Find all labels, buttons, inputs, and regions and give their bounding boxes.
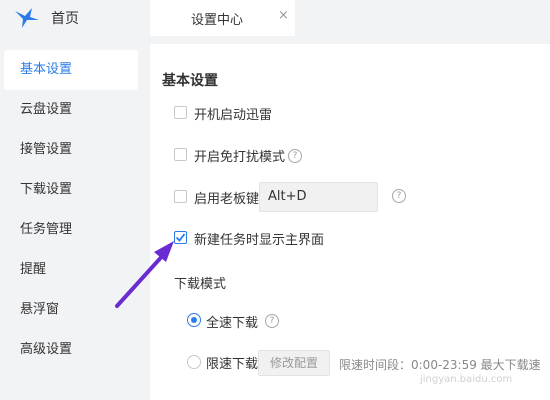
full-speed-label: 全速下载 <box>206 316 259 331</box>
limit-speed-label: 限速下载 <box>206 357 259 372</box>
startup-checkbox[interactable] <box>174 106 187 119</box>
limit-speed-radio[interactable] <box>187 355 201 369</box>
show-main-window-label: 新建任务时显示主界面 <box>194 233 325 248</box>
sidebar-item-takeover-settings[interactable]: 接管设置 <box>4 130 138 170</box>
limit-period-text: 限速时间段：0:00-23:59 最大下载速 <box>339 358 541 372</box>
tab-label: 设置中心 <box>191 13 244 28</box>
sidebar-item-cloud-settings[interactable]: 云盘设置 <box>4 90 138 130</box>
full-speed-radio[interactable] <box>187 313 201 327</box>
section-title: 基本设置 <box>162 73 218 89</box>
title-bar: 首页 设置中心 × <box>0 0 550 36</box>
settings-content-panel: 基本设置 开机启动迅雷 开启免打扰模式 ? 启用老板键 Alt+D ? 新建任务… <box>150 44 550 400</box>
boss-key-hotkey-field[interactable]: Alt+D <box>259 182 378 212</box>
download-mode-title: 下载模式 <box>174 277 227 292</box>
checkmark-icon <box>175 233 186 242</box>
settings-sidebar: 基本设置 云盘设置 接管设置 下载设置 任务管理 提醒 悬浮窗 高级设置 <box>0 44 150 400</box>
watermark: jingyan.baidu.com <box>420 374 513 385</box>
sidebar-item-download-settings[interactable]: 下载设置 <box>4 170 138 210</box>
boss-key-checkbox[interactable] <box>174 190 187 203</box>
startup-label: 开机启动迅雷 <box>194 108 273 123</box>
sidebar-item-advanced-settings[interactable]: 高级设置 <box>4 330 138 370</box>
home-label: 首页 <box>51 11 79 27</box>
show-main-window-checkbox[interactable] <box>174 231 187 244</box>
help-icon[interactable]: ? <box>265 314 279 328</box>
sidebar-item-floating-window[interactable]: 悬浮窗 <box>4 290 138 330</box>
home-tab[interactable]: 首页 <box>0 0 150 36</box>
modify-config-button[interactable]: 修改配置 <box>258 350 330 376</box>
boss-key-label: 启用老板键 <box>194 192 260 207</box>
close-icon[interactable]: × <box>278 8 289 23</box>
thunder-bird-logo-icon <box>15 8 39 28</box>
sidebar-item-basic-settings[interactable]: 基本设置 <box>4 50 138 90</box>
tab-settings-center[interactable]: 设置中心 × <box>150 0 295 36</box>
sidebar-item-reminders[interactable]: 提醒 <box>4 250 138 290</box>
do-not-disturb-checkbox[interactable] <box>174 148 187 161</box>
do-not-disturb-label: 开启免打扰模式 <box>194 150 286 165</box>
help-icon[interactable]: ? <box>392 189 406 203</box>
sidebar-item-task-management[interactable]: 任务管理 <box>4 210 138 250</box>
help-icon[interactable]: ? <box>288 149 302 163</box>
